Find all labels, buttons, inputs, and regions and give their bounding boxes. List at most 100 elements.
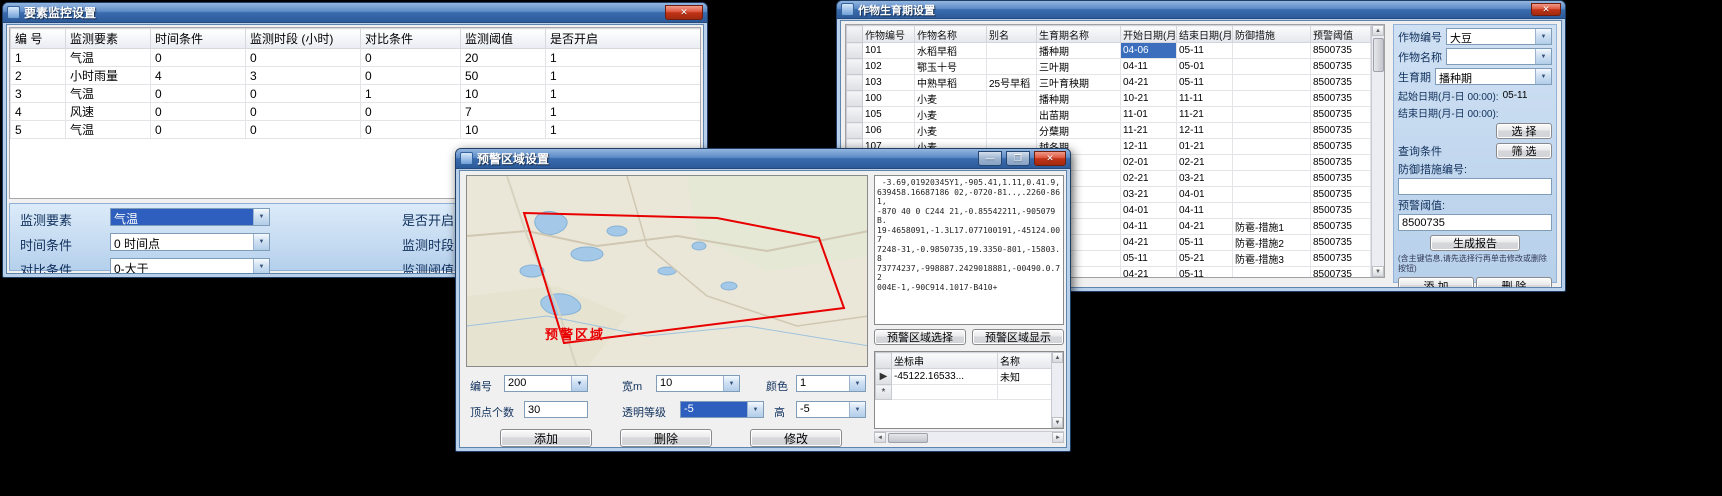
column-header: 作物名称 [915,26,987,43]
table-row[interactable]: 5气温000101 [11,121,702,139]
scroll-up-icon[interactable]: ▲ [1372,25,1384,36]
chevron-down-icon[interactable]: ▼ [849,402,865,417]
filter-label: 查询条件 [1398,143,1442,159]
horizontal-scrollbar[interactable]: ◄ ► [874,431,1064,443]
column-header: 防御措施 [1233,26,1311,43]
map-image [467,176,868,367]
region-show-button[interactable]: 预警区域显示 [972,329,1064,345]
close-icon[interactable]: ✕ [1531,3,1561,16]
enabled-label: 是否开启 [402,210,454,229]
coordinates-textarea[interactable]: -3.69,01920345Y1,-905.41,1.11,0.41.9, 63… [874,175,1064,325]
column-header: 结束日期(月-日) [1177,26,1233,43]
report-button[interactable]: 生成报告 [1430,235,1520,251]
region-width-label: 宽m [622,378,642,394]
time-condition-select[interactable]: 0 时间点 ▼ [110,233,270,251]
region-width-select[interactable]: 10 ▼ [656,375,740,392]
column-header: 是否开启 [546,29,702,49]
vertical-scrollbar[interactable]: ▲ ▼ [1371,25,1384,277]
region-points-label: 顶点个数 [470,404,514,420]
column-header: 开始日期(月-日) [1121,26,1177,43]
vertical-scrollbar[interactable]: ▲ ▼ [1051,352,1063,428]
region-height-select[interactable]: -5 ▼ [796,401,866,418]
table-row[interactable]: 105小麦出苗期11-0111-218500735 [847,107,1371,123]
titlebar[interactable]: 预警区域设置 — ❐ ✕ [456,149,1070,169]
region-alpha-select[interactable]: -5 ▼ [680,401,764,418]
minimize-icon[interactable]: — [978,151,1002,166]
region-add-button[interactable]: 添加 [500,429,592,447]
region-grid: 坐标串名称 ▶-45122.16533...未知* ▲ ▼ [874,351,1064,429]
compare-condition-select[interactable]: 0-大于 ▼ [110,258,270,274]
column-header: 名称 [998,353,1052,369]
chevron-down-icon[interactable]: ▼ [723,376,739,391]
crop-panel: 作物编号 大豆 ▼ 作物名称 ▼ 生育期 播种期 [1393,24,1557,283]
column-header: 时间条件 [151,29,246,49]
start-date-label: 起始日期(月-日 00:00): [1398,88,1499,103]
region-delete-button[interactable]: 删除 [620,429,712,447]
region-modify-button[interactable]: 修改 [750,429,842,447]
chevron-down-icon[interactable]: ▼ [1535,69,1551,84]
crop-no-select[interactable]: 大豆 ▼ [1446,28,1552,45]
table-row[interactable]: 103中熟早稻25号早稻三叶育秧期04-2105-118500735 [847,75,1371,91]
delete-button[interactable]: 删 除 [1476,277,1552,288]
scroll-down-icon[interactable]: ▼ [1372,266,1384,277]
chevron-down-icon[interactable]: ▼ [849,376,865,391]
crop-name-select[interactable]: ▼ [1446,48,1552,65]
region-alpha-label: 透明等级 [622,404,666,420]
region-color-select[interactable]: 1 ▼ [796,375,866,392]
crop-name-label: 作物名称 [1398,49,1442,65]
column-header: 监测时段 (小时) [246,29,361,49]
chevron-down-icon[interactable]: ▼ [747,402,763,417]
table-row[interactable]: 4风速00071 [11,103,702,121]
titlebar[interactable]: 作物生育期设置 ✕ [837,1,1565,19]
chevron-down-icon[interactable]: ▼ [1535,49,1551,64]
scroll-right-icon[interactable]: ► [1052,432,1064,443]
monitor-element-select[interactable]: 气温 ▼ [110,208,270,226]
measure-input[interactable] [1398,178,1552,195]
chevron-down-icon[interactable]: ▼ [1535,29,1551,44]
maximize-icon[interactable]: ❐ [1006,151,1030,166]
table-row[interactable]: 101水稻早稻播种期04-0605-118500735 [847,43,1371,59]
window-icon [460,152,473,165]
window-warning-region: 预警区域设置 — ❐ ✕ [455,148,1071,452]
titlebar[interactable]: 要素监控设置 ✕ [3,3,707,23]
column-header: 坐标串 [892,353,998,369]
add-button[interactable]: 添 加 [1398,277,1474,288]
region-select-button[interactable]: 预警区域选择 [874,329,966,345]
table-row[interactable]: 3气温001101 [11,85,702,103]
scroll-up-icon[interactable]: ▲ [1052,352,1063,363]
scrollbar-thumb[interactable] [1373,38,1384,72]
window-title: 要素监控设置 [24,4,661,21]
table-row[interactable]: ▶-45122.16533...未知 [876,369,1052,385]
column-header: 别名 [987,26,1037,43]
region-no-select[interactable]: 200 ▼ [504,375,588,392]
threshold-label: 监测阈值 [402,260,454,274]
scrollbar-thumb[interactable] [888,433,928,443]
close-icon[interactable]: ✕ [665,5,703,20]
window-icon [841,3,854,16]
column-header: 编 号 [11,29,66,49]
window-title: 作物生育期设置 [858,2,1527,18]
scroll-down-icon[interactable]: ▼ [1052,417,1063,428]
region-points-input[interactable] [524,401,588,418]
panel-threshold-input[interactable] [1398,214,1552,231]
table-row[interactable]: 102鄂玉十号三叶期04-1105-018500735 [847,59,1371,75]
measure-label: 防御措施编号: [1398,161,1467,177]
filter-button[interactable]: 筛 选 [1496,143,1552,159]
chevron-down-icon[interactable]: ▼ [253,234,269,250]
chevron-down-icon[interactable]: ▼ [253,209,269,225]
stage-select[interactable]: 播种期 ▼ [1435,68,1552,85]
table-row[interactable]: 100小麦播种期10-2111-118500735 [847,91,1371,107]
monitor-element-label: 监测要素 [20,210,72,229]
map-view[interactable]: 预警区域 [466,175,868,367]
table-header-row: 编 号监测要素时间条件监测时段 (小时)对比条件监测阈值是否开启 [11,29,702,49]
table-row[interactable]: * [876,385,1052,400]
column-header: 对比条件 [361,29,461,49]
table-row[interactable]: 1气温000201 [11,49,702,67]
chevron-down-icon[interactable]: ▼ [571,376,587,391]
close-icon[interactable]: ✕ [1034,151,1066,166]
table-row[interactable]: 2小时雨量430501 [11,67,702,85]
table-row[interactable]: 106小麦分蘖期11-2112-118500735 [847,123,1371,139]
select-button[interactable]: 选 择 [1496,123,1552,139]
chevron-down-icon[interactable]: ▼ [253,259,269,274]
scroll-left-icon[interactable]: ◄ [874,432,886,443]
